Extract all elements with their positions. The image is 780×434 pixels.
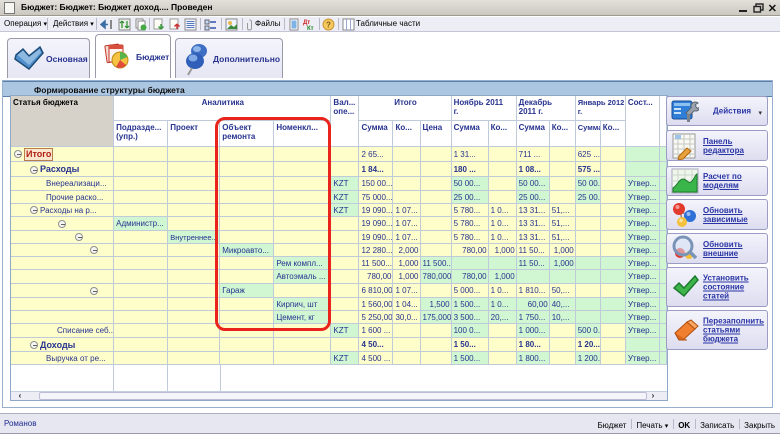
svg-text:Кт: Кт bbox=[307, 26, 314, 31]
svg-text:?: ? bbox=[326, 21, 331, 30]
